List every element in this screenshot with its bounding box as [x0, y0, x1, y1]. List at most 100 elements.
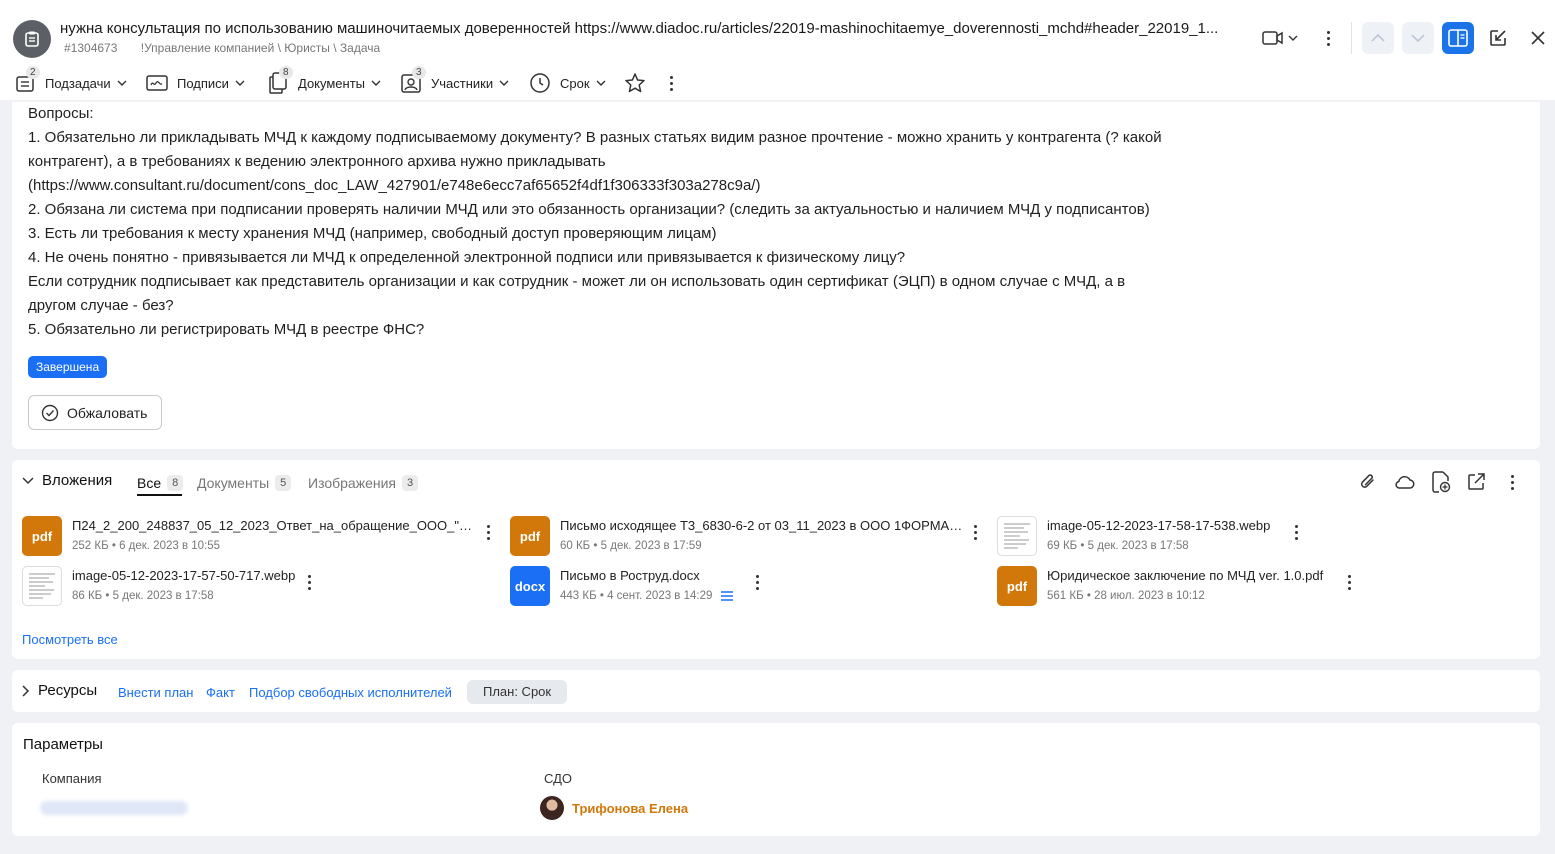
subtasks-label: Подзадачи	[45, 75, 111, 91]
close-button[interactable]	[1526, 22, 1550, 54]
chevron-down-icon	[1288, 35, 1298, 41]
file-plus-icon	[1432, 471, 1451, 493]
plan-chip[interactable]: План: Срок	[467, 680, 568, 704]
company-value-redacted[interactable]	[40, 801, 188, 815]
clock-icon	[529, 72, 551, 94]
pdf-file-icon: pdf	[997, 566, 1037, 606]
file-more-button[interactable]	[969, 522, 981, 542]
file-meta: 443 КБ • 4 сент. 2023 в 14:29	[560, 590, 734, 602]
tab-count: 5	[275, 475, 292, 491]
chevron-down-icon	[596, 80, 606, 86]
attachment-item[interactable]: pdf Письмо исходящее Т3_6830-6-2 от 03_1…	[510, 512, 981, 556]
documents-label: Документы	[298, 75, 366, 91]
resources-toggle[interactable]: Ресурсы	[22, 682, 97, 699]
attachment-item[interactable]: image-05-12-2023-17-58-17-538.webp 69 КБ…	[997, 512, 1467, 556]
fact-link[interactable]: Факт	[206, 685, 235, 700]
signatures-button[interactable]: Подписи	[146, 70, 245, 96]
signatures-label: Подписи	[177, 75, 229, 91]
attachments-title: Вложения	[42, 472, 113, 489]
previous-task-button[interactable]	[1362, 22, 1394, 54]
description-line: другом случае - без?	[28, 297, 174, 314]
participants-count: 3	[412, 66, 426, 79]
tab-documents[interactable]: Документы 5	[197, 472, 292, 494]
check-circle-icon	[41, 404, 59, 422]
appeal-button[interactable]: Обжаловать	[28, 395, 162, 430]
attachment-item[interactable]: image-05-12-2023-17-57-50-717.webp 86 КБ…	[22, 562, 492, 606]
file-name[interactable]: Юридическое заключение по МЧД ver. 1.0.p…	[1047, 568, 1337, 583]
signature-icon	[146, 72, 168, 94]
deadline-label: Срок	[560, 75, 590, 91]
more-vertical-icon	[1326, 30, 1330, 46]
sdo-label: СДО	[544, 771, 573, 786]
chevron-down-icon	[1411, 34, 1425, 42]
file-meta: 252 КБ • 6 дек. 2023 в 10:55	[72, 540, 221, 552]
docx-file-icon: docx	[510, 566, 550, 606]
sdo-user[interactable]: Трифонова Елена	[540, 796, 688, 820]
file-name[interactable]: Письмо исходящее Т3_6830-6-2 от 03_11_20…	[560, 518, 965, 533]
resources-section: Ресурсы Внести план Факт Подбор свободны…	[12, 670, 1540, 712]
paperclip-icon	[1360, 474, 1374, 488]
parameters-title: Параметры	[23, 736, 103, 753]
description-line: Если сотрудник подписывает как представи…	[28, 273, 1126, 290]
attachment-item[interactable]: docx Письмо в Роструд.docx 443 КБ • 4 се…	[510, 562, 980, 606]
toolbar-more-button[interactable]	[665, 70, 677, 96]
add-document-button[interactable]	[1427, 468, 1455, 496]
list-icon	[720, 591, 733, 601]
pdf-file-icon: pdf	[22, 516, 62, 556]
view-all-link[interactable]: Посмотреть все	[22, 632, 118, 647]
more-vertical-icon	[1510, 474, 1514, 490]
attachment-item[interactable]: pdf Юридическое заключение по МЧД ver. 1…	[997, 562, 1467, 606]
task-toolbar: 2 Подзадачи Подписи 8 Документы 3 Участн…	[0, 62, 1555, 102]
tab-label: Изображения	[308, 475, 396, 491]
file-name[interactable]: image-05-12-2023-17-57-50-717.webp	[72, 568, 312, 583]
file-name[interactable]: П24_2_200_248837_05_12_2023_Ответ_на_обр…	[72, 518, 477, 533]
task-id[interactable]: #1304673	[64, 41, 117, 55]
more-menu-button[interactable]	[1318, 22, 1338, 54]
tab-label: Все	[137, 475, 162, 491]
documents-button[interactable]: 8 Документы	[267, 66, 381, 96]
participants-label: Участники	[431, 75, 494, 91]
participants-button[interactable]: 3 Участники	[400, 66, 509, 96]
subtasks-count: 2	[26, 66, 40, 79]
file-meta: 69 КБ • 5 дек. 2023 в 17:58	[1047, 540, 1189, 552]
attachment-item[interactable]: pdf П24_2_200_248837_05_12_2023_Ответ_на…	[22, 512, 494, 556]
split-view-button[interactable]	[1442, 22, 1474, 54]
documents-icon: 8	[267, 66, 293, 94]
deadline-button[interactable]: Срок	[529, 70, 606, 96]
find-executors-link[interactable]: Подбор свободных исполнителей	[249, 685, 452, 700]
breadcrumb[interactable]: !Управление компанией \ Юристы \ Задача	[141, 41, 380, 55]
minimize-button[interactable]	[1484, 22, 1512, 54]
status-badge: Завершена	[28, 356, 108, 378]
subtasks-button[interactable]: 2 Подзадачи	[14, 66, 127, 96]
resources-title: Ресурсы	[38, 682, 98, 699]
tab-images[interactable]: Изображения 3	[308, 472, 419, 494]
favorite-button[interactable]	[624, 70, 646, 96]
tab-all[interactable]: Все 8	[137, 472, 184, 494]
file-more-button[interactable]	[1343, 572, 1355, 592]
attachments-toggle[interactable]: Вложения	[22, 472, 112, 489]
next-task-button[interactable]	[1402, 22, 1434, 54]
pdf-file-icon: pdf	[510, 516, 550, 556]
add-plan-link[interactable]: Внести план	[118, 685, 193, 700]
file-more-button[interactable]	[482, 522, 494, 542]
star-icon	[625, 73, 645, 93]
file-more-button[interactable]	[303, 572, 315, 592]
video-call-button[interactable]	[1258, 22, 1302, 54]
description-line: 2. Обязана ли система при подписании про…	[28, 201, 1150, 218]
more-vertical-icon	[669, 75, 673, 91]
file-name[interactable]: image-05-12-2023-17-58-17-538.webp	[1047, 518, 1277, 533]
file-meta: 60 КБ • 5 дек. 2023 в 17:59	[560, 540, 702, 552]
attachments-more-button[interactable]	[1498, 468, 1526, 496]
description-link[interactable]: (https://www.consultant.ru/document/cons…	[28, 174, 760, 198]
attach-file-button[interactable]	[1354, 468, 1382, 496]
file-more-button[interactable]	[1290, 522, 1302, 542]
task-title[interactable]: нужна консультация по использованию маши…	[60, 20, 1250, 37]
sdo-user-name[interactable]: Трифонова Елена	[572, 801, 688, 816]
file-more-button[interactable]	[751, 572, 763, 592]
chevron-down-icon	[235, 80, 245, 86]
cloud-upload-button[interactable]	[1390, 468, 1418, 496]
file-name[interactable]: Письмо в Роструд.docx	[560, 568, 760, 583]
parameters-section: Параметры Компания СДО Трифонова Елена	[12, 723, 1540, 836]
open-external-button[interactable]	[1462, 468, 1490, 496]
task-icon	[13, 20, 51, 58]
